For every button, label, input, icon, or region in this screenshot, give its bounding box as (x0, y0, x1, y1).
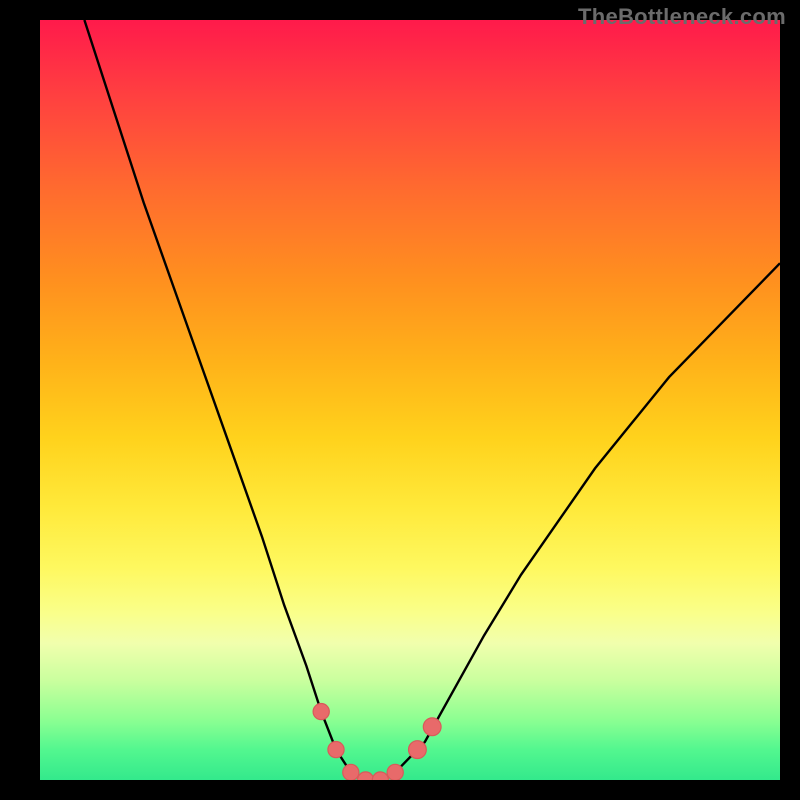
valley-marker (313, 704, 329, 720)
valley-markers (313, 704, 441, 781)
valley-marker (328, 742, 344, 758)
bottleneck-curve (84, 20, 780, 780)
chart-frame: TheBottleneck.com (0, 0, 800, 800)
plot-area (40, 20, 780, 780)
valley-marker (358, 772, 374, 780)
valley-marker (372, 772, 388, 780)
watermark-label: TheBottleneck.com (578, 4, 786, 30)
curve-layer (40, 20, 780, 780)
valley-marker (387, 764, 403, 780)
valley-marker (343, 764, 359, 780)
valley-marker (423, 718, 441, 736)
valley-marker (409, 741, 427, 759)
